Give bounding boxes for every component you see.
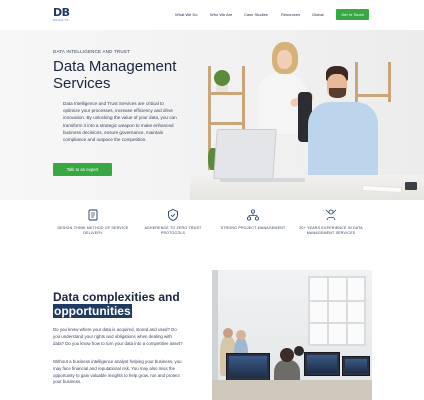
feature-label: STRONG PROJECT MANAGEMENT xyxy=(220,226,286,230)
shelf-board xyxy=(208,122,245,125)
shelf-board xyxy=(208,92,245,95)
woman-face xyxy=(277,50,292,69)
talk-to-expert-button[interactable]: Talk to an expert xyxy=(53,163,112,176)
monitor xyxy=(342,356,370,376)
get-in-touch-button[interactable]: Get In Touch xyxy=(336,9,369,20)
office-desk xyxy=(212,380,372,400)
monitor xyxy=(226,353,270,381)
feature-label: 20+ YEARS EXPERIENCE IN DATA MANAGEMENT … xyxy=(299,226,363,235)
data-complexities-section: Data complexities and opportunities Do y… xyxy=(0,270,424,400)
section-title-line1: Data complexities and xyxy=(53,290,180,304)
section-paragraph-1: Do you know where your data is acquired,… xyxy=(53,327,183,346)
logo-subtitle: RESULTS xyxy=(53,18,69,22)
section-paragraph-2: Without a business intelligence analyst … xyxy=(53,359,182,385)
hero-title: Data Management Services xyxy=(53,58,177,92)
monitor xyxy=(304,352,340,376)
project-network-icon xyxy=(246,209,259,221)
site-header: DB RESULTS What We Do Who We Are Case St… xyxy=(0,0,424,30)
db-results-logo[interactable]: DB RESULTS xyxy=(53,7,73,24)
shelf-board xyxy=(355,94,391,97)
office-window xyxy=(308,276,366,346)
feature-label: DESIGN-THINK METHOD OF SERVICE DELIVERY xyxy=(57,226,129,235)
nav-item-who-we-are[interactable]: Who We Are xyxy=(210,12,232,17)
nav-item-case-studies[interactable]: Case Studies xyxy=(244,12,268,17)
nav-item-what-we-do[interactable]: What We Do xyxy=(175,12,198,17)
man-beard xyxy=(329,88,346,98)
logo-mark: DB xyxy=(53,6,70,19)
laptop-screen xyxy=(213,129,277,179)
person-head xyxy=(294,346,304,356)
office-column xyxy=(212,270,218,380)
window-mullion xyxy=(346,278,348,346)
window-mullion xyxy=(327,278,329,346)
hero-description: Data Intelligence and Trust Services are… xyxy=(63,101,177,143)
person-head xyxy=(236,330,246,340)
window-transom xyxy=(310,300,364,302)
person-head xyxy=(280,348,294,362)
man-body xyxy=(308,102,378,178)
hero-kicker: DATA INTELLIGENCE AND TRUST xyxy=(53,49,130,54)
window-transom xyxy=(310,322,364,324)
laptop-base xyxy=(220,178,305,182)
office-photo xyxy=(212,270,372,400)
plant xyxy=(214,70,230,86)
feature-item: DESIGN-THINK METHOD OF SERVICE DELIVERY xyxy=(56,208,130,235)
nav-item-global[interactable]: Global xyxy=(312,12,324,17)
expert-people-icon xyxy=(325,209,337,221)
shield-check-icon xyxy=(168,209,178,221)
feature-item: ADHERENCE TO ZERO TRUST PROTOCOLS xyxy=(136,208,210,235)
hero-photo xyxy=(190,30,424,200)
features-strip: DESIGN-THINK METHOD OF SERVICE DELIVERY … xyxy=(0,200,424,270)
section-title: Data complexities and opportunities xyxy=(53,290,203,318)
section-title-highlight: opportunities xyxy=(53,304,132,318)
nav-item-resources[interactable]: Resources xyxy=(281,12,300,17)
person-head xyxy=(223,328,233,338)
mug xyxy=(405,182,417,190)
feature-label: ADHERENCE TO ZERO TRUST PROTOCOLS xyxy=(144,226,202,235)
feature-item: STRONG PROJECT MANAGEMENT xyxy=(216,208,290,231)
feature-item: 20+ YEARS EXPERIENCE IN DATA MANAGEMENT … xyxy=(294,208,368,235)
document-stack-icon xyxy=(88,209,98,221)
hero-section: DATA INTELLIGENCE AND TRUST Data Managem… xyxy=(0,30,424,200)
